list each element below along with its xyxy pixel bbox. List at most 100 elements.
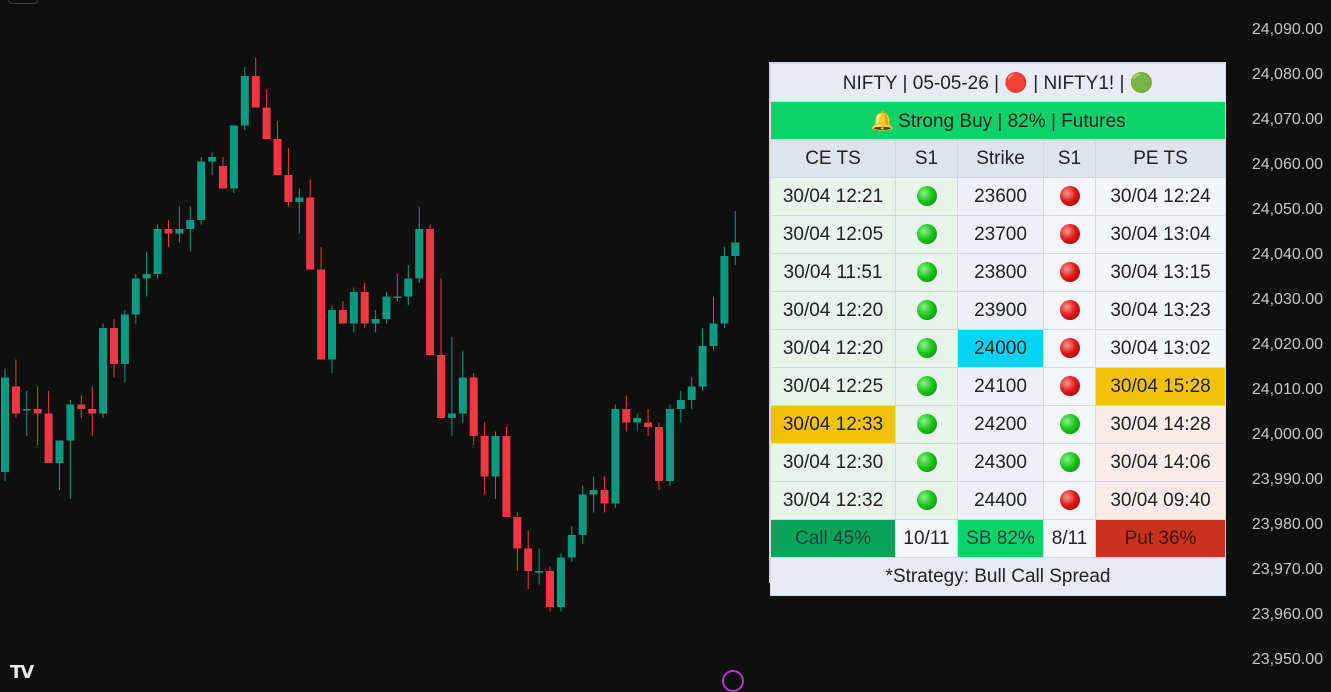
lightning-icon[interactable] <box>722 670 744 692</box>
green-dot-icon <box>916 300 937 321</box>
candle-body <box>1 377 9 472</box>
candle-body <box>360 292 369 324</box>
candle <box>491 431 500 499</box>
candle <box>44 391 53 463</box>
strike-price: 23700 <box>957 215 1044 254</box>
candle <box>273 121 282 175</box>
candle <box>262 89 271 139</box>
candle-body <box>349 292 358 324</box>
candle <box>458 350 467 423</box>
candle <box>120 310 129 382</box>
pe-status <box>1043 405 1096 444</box>
pe-status <box>1043 481 1096 520</box>
candle-body <box>513 517 522 549</box>
green-dot-icon <box>916 338 937 359</box>
price-tick-label: 24,030.00 <box>1251 291 1323 308</box>
candle <box>731 211 740 265</box>
candle <box>687 377 696 409</box>
candle <box>437 278 445 418</box>
pe-timestamp: 30/04 13:23 <box>1094 291 1227 330</box>
candle <box>600 476 609 513</box>
candle-body <box>502 436 511 517</box>
green-dot-icon <box>916 376 937 397</box>
col-pe-s1: S1 <box>1043 139 1096 178</box>
strike-price: 24300 <box>957 443 1044 482</box>
green-dot-icon <box>916 490 937 511</box>
candle <box>33 386 42 445</box>
candle <box>665 404 674 486</box>
candle <box>208 152 217 175</box>
price-tick-label: 24,050.00 <box>1251 201 1323 218</box>
strike-price: 24400 <box>957 481 1044 520</box>
table-row: 30/04 12:33 24200 30/04 14:28 <box>770 405 1227 444</box>
pe-status <box>1043 443 1096 482</box>
summary-strong-buy: SB 82% <box>957 519 1044 558</box>
candle-body <box>306 197 315 270</box>
candle <box>578 485 587 544</box>
candle-body <box>99 328 108 414</box>
candle <box>142 251 151 297</box>
red-dot-icon <box>1059 338 1080 359</box>
candle-body <box>731 242 740 256</box>
ce-status <box>895 405 958 444</box>
candle-body <box>622 409 631 423</box>
candle <box>676 391 685 423</box>
table-row: 30/04 12:32 24400 30/04 09:40 <box>770 481 1227 520</box>
pe-timestamp: 30/04 13:04 <box>1094 215 1227 254</box>
candle-body <box>131 278 140 315</box>
candle-body <box>284 175 293 202</box>
candle <box>611 404 620 508</box>
candle-body <box>295 197 304 202</box>
candle <box>709 296 718 351</box>
candle <box>513 512 522 571</box>
strategy-note: *Strategy: Bull Call Spread <box>769 557 1227 596</box>
candle <box>447 337 456 436</box>
candle <box>11 359 20 418</box>
price-tick-label: 24,000.00 <box>1251 426 1323 443</box>
candle-body <box>458 377 467 414</box>
ce-timestamp: 30/04 12:30 <box>770 443 896 482</box>
price-tick-label: 24,080.00 <box>1251 66 1323 83</box>
table-row: 30/04 12:05 23700 30/04 13:04 <box>770 215 1227 254</box>
candle-body <box>415 229 424 279</box>
red-dot-icon <box>1059 262 1080 283</box>
candle <box>186 206 195 252</box>
ce-status <box>895 177 958 216</box>
option-signal-table: NIFTY | 05-05-26 | 🔴 | NIFTY1! | 🟢 🔔 Stro… <box>769 63 1227 596</box>
candle-body <box>164 229 173 234</box>
green-dot-icon <box>916 414 937 435</box>
strike-price: 23900 <box>957 291 1044 330</box>
candle-body <box>88 409 97 414</box>
price-tick-label: 23,960.00 <box>1251 606 1323 623</box>
table-row: 30/04 12:30 24300 30/04 14:06 <box>770 443 1227 482</box>
tradingview-logo[interactable]: TV <box>10 662 34 683</box>
candle <box>251 58 260 108</box>
price-tick-label: 24,040.00 <box>1251 246 1323 263</box>
candle <box>393 274 402 301</box>
candle <box>535 548 544 585</box>
candle-body <box>426 229 435 355</box>
candle-body <box>175 229 184 234</box>
price-axis[interactable]: 24,090.00 24,080.00 24,070.00 24,060.00 24,0… <box>1232 0 1331 684</box>
price-tick-label: 24,090.00 <box>1251 21 1323 38</box>
candle <box>469 373 478 445</box>
candle-body <box>709 323 718 346</box>
candle-body <box>22 409 31 411</box>
candle <box>164 220 173 247</box>
red-dot-icon <box>1059 490 1080 511</box>
strike-price: 23800 <box>957 253 1044 292</box>
ce-status <box>895 253 958 292</box>
corner-button[interactable] <box>8 0 38 4</box>
candle-body <box>687 386 696 400</box>
col-ce-ts: CE TS <box>770 139 896 178</box>
candle-body <box>524 548 533 571</box>
table-row: 30/04 12:25 24100 30/04 15:28 <box>770 367 1227 406</box>
candle <box>110 319 118 378</box>
candle <box>404 265 413 306</box>
signal-banner: 🔔 Strong Buy | 82% | Futures <box>769 101 1227 140</box>
pe-status <box>1043 329 1096 368</box>
summary-call: Call 45% <box>770 519 896 558</box>
candle <box>284 148 293 207</box>
candle <box>480 422 489 495</box>
summary-call-fraction: 10/11 <box>895 519 958 558</box>
